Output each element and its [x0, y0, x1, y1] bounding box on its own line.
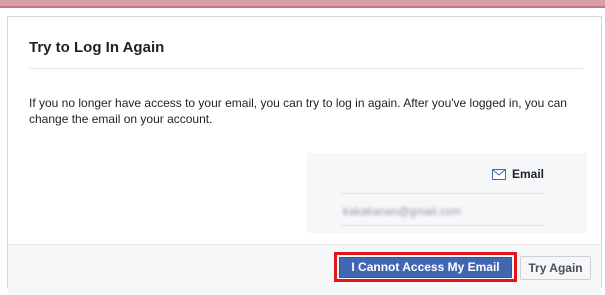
- dialog-footer: I Cannot Access My Email Try Again: [8, 244, 601, 295]
- log-in-again-dialog: Try to Log In Again If you no longer hav…: [7, 16, 602, 295]
- masked-email-value: kakakanan@gmail.com: [343, 206, 462, 218]
- title-divider: [29, 68, 583, 69]
- mail-icon: [491, 168, 506, 180]
- email-label-row: Email: [491, 167, 544, 181]
- dialog-title: Try to Log In Again: [29, 39, 165, 56]
- email-panel-divider-bottom: [341, 225, 545, 226]
- page-top-bar-line: [0, 6, 605, 8]
- email-panel-divider: [341, 193, 545, 194]
- dialog-body-text: If you no longer have access to your ema…: [29, 96, 567, 126]
- email-option-panel: Email kakakanan@gmail.com: [307, 153, 587, 233]
- try-again-button[interactable]: Try Again: [520, 256, 591, 280]
- email-label: Email: [511, 167, 544, 181]
- cannot-access-email-button[interactable]: I Cannot Access My Email: [339, 257, 512, 278]
